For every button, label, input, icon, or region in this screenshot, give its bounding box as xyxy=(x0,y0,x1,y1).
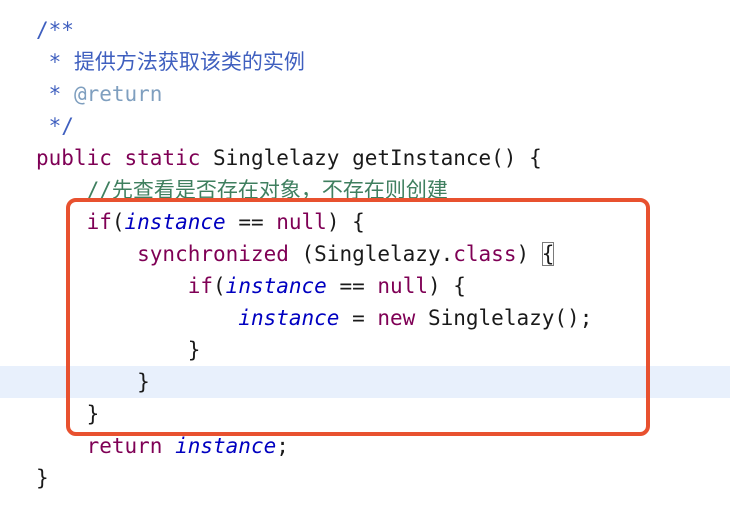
code-line[interactable]: instance = new Singlelazy(); xyxy=(0,302,730,334)
code-line-text: if(instance == null) { xyxy=(36,206,365,238)
code-line-text: return instance; xyxy=(36,430,289,462)
code-token: ) xyxy=(516,242,542,266)
code-token: synchronized xyxy=(36,242,289,266)
code-token: ) { xyxy=(326,210,365,234)
code-line-text: } xyxy=(36,334,201,366)
code-token: } xyxy=(36,338,201,362)
code-token: if xyxy=(36,210,112,234)
code-token: instance xyxy=(238,306,340,330)
code-token: ) { xyxy=(427,274,466,298)
code-line-text: * 提供方法获取该类的实例 xyxy=(36,46,305,78)
code-line[interactable]: } xyxy=(0,462,730,494)
code-line[interactable]: * @return xyxy=(0,78,730,110)
code-line-text: public static Singlelazy getInstance() { xyxy=(36,142,542,174)
code-token: instance xyxy=(225,274,327,298)
code-token: * 提供方法获取该类的实例 xyxy=(36,50,305,74)
code-token: /** xyxy=(36,18,74,42)
code-token: if xyxy=(36,274,214,298)
code-line-text: if(instance == null) { xyxy=(36,270,466,302)
code-token: Singlelazy getInstance() { xyxy=(200,146,542,170)
code-token: = xyxy=(339,306,378,330)
code-line-text: //先查看是否存在对象，不存在则创建 xyxy=(36,174,448,206)
code-token: Singlelazy(); xyxy=(415,306,593,330)
code-line[interactable]: /** xyxy=(0,14,730,46)
code-line-text: synchronized (Singlelazy.class) { xyxy=(36,238,555,270)
code-line[interactable]: } xyxy=(0,398,730,430)
code-line[interactable]: if(instance == null) { xyxy=(0,206,730,238)
code-token: (Singlelazy. xyxy=(288,242,454,266)
code-token: new xyxy=(377,306,416,330)
code-line[interactable]: } xyxy=(0,334,730,366)
code-line[interactable]: if(instance == null) { xyxy=(0,270,730,302)
code-token: null xyxy=(276,210,327,234)
code-token: return xyxy=(36,434,163,458)
code-token: ( xyxy=(213,274,226,298)
code-token: //先查看是否存在对象，不存在则创建 xyxy=(36,178,448,202)
code-line[interactable]: return instance; xyxy=(0,430,730,462)
code-line-text: } xyxy=(36,462,49,494)
code-token: * xyxy=(36,82,74,106)
code-editor[interactable]: /** * 提供方法获取该类的实例 * @return */ public sta… xyxy=(0,0,730,530)
code-token: } xyxy=(36,466,49,490)
code-token: ; xyxy=(276,434,289,458)
code-token: } xyxy=(36,370,150,394)
code-line[interactable]: synchronized (Singlelazy.class) { xyxy=(0,238,730,270)
code-line-text: * @return xyxy=(36,78,163,110)
code-token: == xyxy=(225,210,277,234)
code-token: instance xyxy=(124,210,226,234)
code-token: class xyxy=(453,242,517,266)
code-line[interactable]: public static Singlelazy getInstance() { xyxy=(0,142,730,174)
code-token: instance xyxy=(175,434,277,458)
code-line-text: /** xyxy=(36,14,74,46)
code-line-text: */ xyxy=(36,110,74,142)
code-line[interactable]: } xyxy=(0,366,730,398)
code-token: == xyxy=(326,274,378,298)
code-line-text: } xyxy=(36,366,150,398)
code-line-text: } xyxy=(36,398,100,430)
code-line[interactable]: //先查看是否存在对象，不存在则创建 xyxy=(0,174,730,206)
code-token: } xyxy=(36,402,100,426)
code-token: ( xyxy=(111,210,125,234)
matching-bracket: { xyxy=(541,242,555,266)
code-line-text: instance = new Singlelazy(); xyxy=(36,302,592,334)
code-token: null xyxy=(377,274,428,298)
code-token: @return xyxy=(73,82,163,106)
code-line[interactable]: */ xyxy=(0,110,730,142)
code-token: */ xyxy=(36,114,74,138)
code-line[interactable]: * 提供方法获取该类的实例 xyxy=(0,46,730,78)
code-token: public static xyxy=(36,146,201,170)
